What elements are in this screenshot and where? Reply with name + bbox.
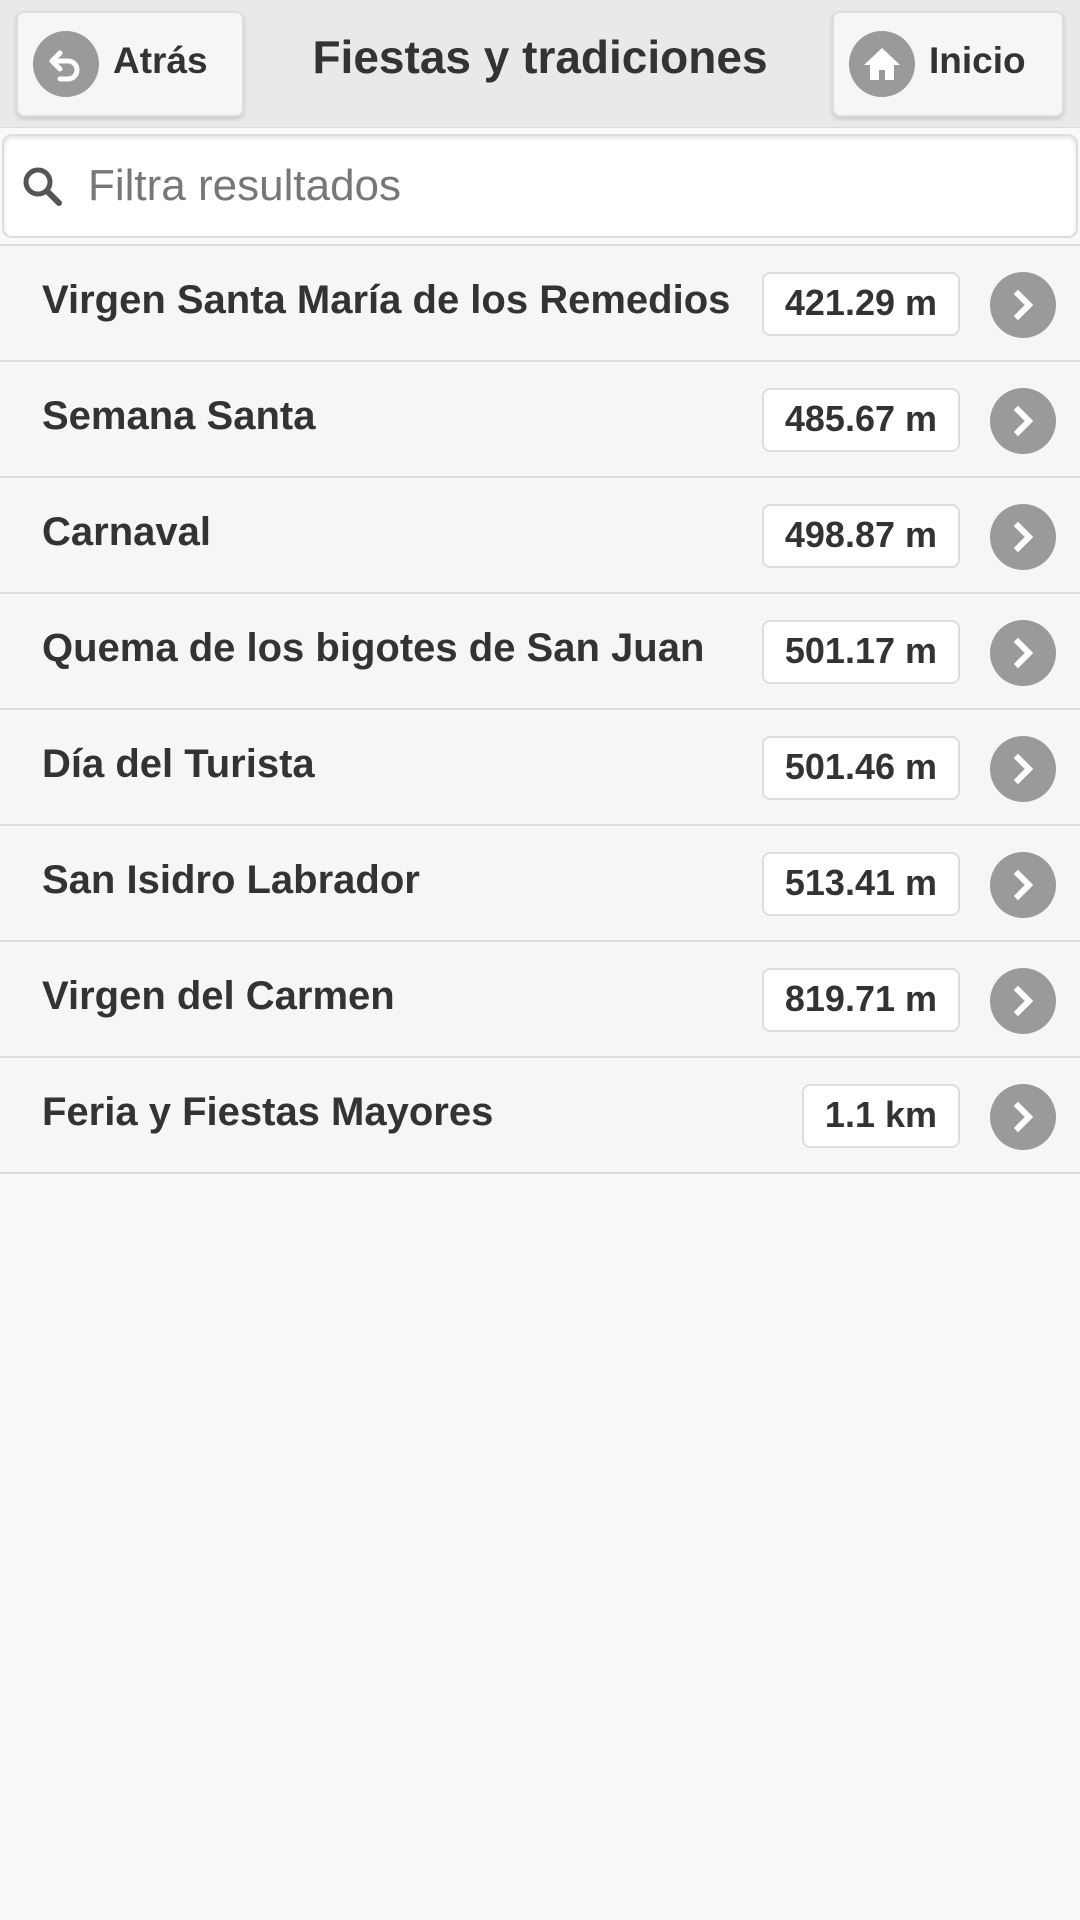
list-item[interactable]: Carnaval 498.87 m: [0, 478, 1080, 594]
distance-badge: 1.1 km: [801, 1084, 960, 1148]
list-item-label: Virgen del Carmen: [42, 974, 395, 1018]
chevron-right-icon: [990, 852, 1056, 918]
home-button-label: Inicio: [929, 40, 1026, 81]
distance-badge: 513.41 m: [761, 852, 960, 916]
search-icon: [23, 167, 62, 206]
list-item-label: San Isidro Labrador: [42, 858, 420, 902]
distance-badge: 819.71 m: [761, 968, 960, 1032]
list-item[interactable]: Virgen Santa María de los Remedios 421.2…: [0, 246, 1080, 362]
home-icon: [849, 31, 915, 97]
chevron-right-icon: [990, 272, 1056, 338]
list-item[interactable]: Quema de los bigotes de San Juan 501.17 …: [0, 594, 1080, 710]
list-item-label: Día del Turista: [42, 742, 315, 786]
page-title: Fiestas y tradiciones: [312, 31, 768, 83]
chevron-right-icon: [990, 736, 1056, 802]
list-item-label: Quema de los bigotes de San Juan: [42, 626, 705, 670]
chevron-right-icon: [990, 620, 1056, 686]
distance-badge: 501.46 m: [761, 736, 960, 800]
header-bar: Atrás Fiestas y tradiciones Inicio: [0, 0, 1080, 128]
search-input[interactable]: [88, 146, 1076, 226]
list-item-label: Virgen Santa María de los Remedios: [42, 278, 731, 322]
results-list: Virgen Santa María de los Remedios 421.2…: [0, 244, 1080, 1174]
search-bar: [2, 134, 1078, 238]
list-item[interactable]: Virgen del Carmen 819.71 m: [0, 942, 1080, 1058]
chevron-right-icon: [990, 504, 1056, 570]
distance-badge: 498.87 m: [761, 504, 960, 568]
distance-badge: 501.17 m: [761, 620, 960, 684]
chevron-right-icon: [990, 388, 1056, 454]
list-item-label: Feria y Fiestas Mayores: [42, 1090, 494, 1134]
list-item-label: Semana Santa: [42, 394, 316, 438]
back-button[interactable]: Atrás: [16, 11, 244, 117]
back-arrow-icon: [33, 31, 99, 97]
list-item[interactable]: Día del Turista 501.46 m: [0, 710, 1080, 826]
home-button[interactable]: Inicio: [832, 11, 1064, 117]
list-item[interactable]: Semana Santa 485.67 m: [0, 362, 1080, 478]
list-item-label: Carnaval: [42, 510, 211, 554]
back-button-label: Atrás: [113, 40, 208, 81]
distance-badge: 485.67 m: [761, 388, 960, 452]
list-item[interactable]: San Isidro Labrador 513.41 m: [0, 826, 1080, 942]
distance-badge: 421.29 m: [761, 272, 960, 336]
chevron-right-icon: [990, 968, 1056, 1034]
chevron-right-icon: [990, 1084, 1056, 1150]
list-item[interactable]: Feria y Fiestas Mayores 1.1 km: [0, 1058, 1080, 1174]
